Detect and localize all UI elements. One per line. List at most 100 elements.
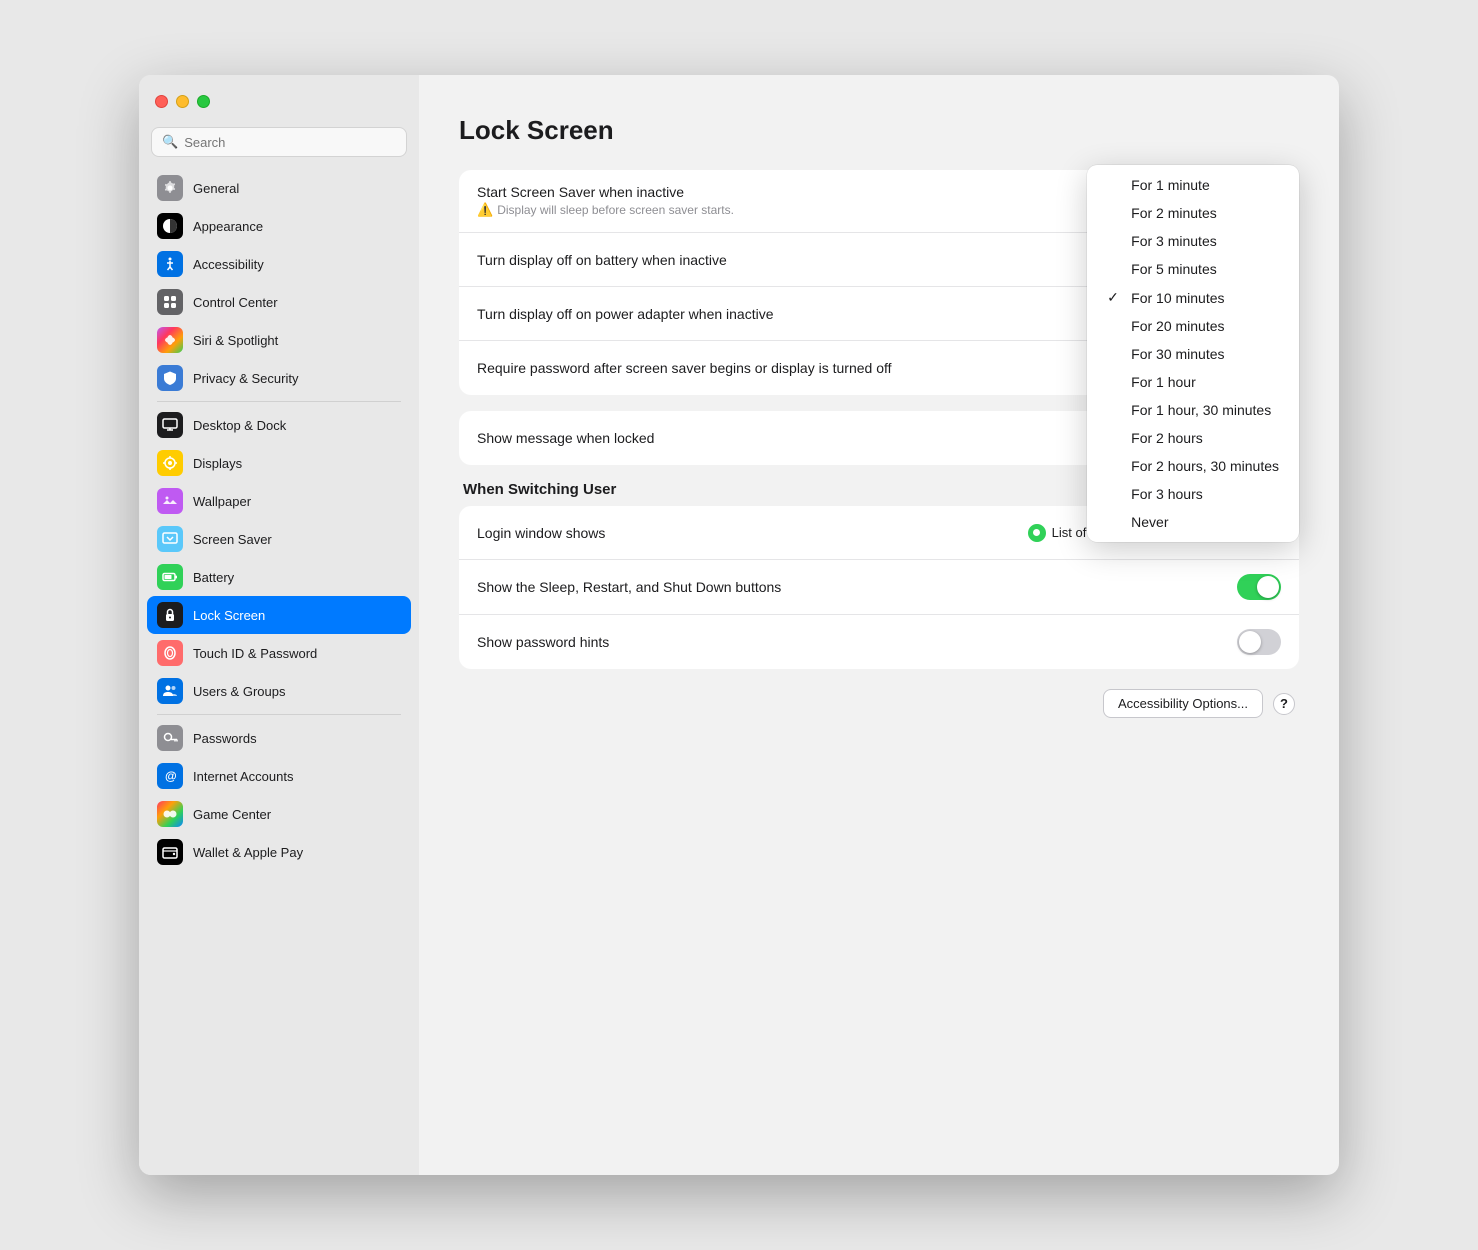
- dropdown-label-30min: For 30 minutes: [1131, 346, 1224, 362]
- lockscreen-icon: [157, 602, 183, 628]
- sleep-restart-toggle[interactable]: [1237, 574, 1281, 600]
- appearance-icon: [157, 213, 183, 239]
- dropdown-item-1min[interactable]: For 1 minute: [1087, 171, 1299, 199]
- dropdown-item-30min[interactable]: For 30 minutes: [1087, 340, 1299, 368]
- sidebar-label-screensaver: Screen Saver: [193, 532, 272, 547]
- wallpaper-icon: [157, 488, 183, 514]
- dropdown-item-2hr30min[interactable]: For 2 hours, 30 minutes: [1087, 452, 1299, 480]
- sidebar-item-gamecenter[interactable]: Game Center: [147, 795, 411, 833]
- sidebar-label-privacy: Privacy & Security: [193, 371, 298, 386]
- sidebar-item-siri[interactable]: Siri & Spotlight: [147, 321, 411, 359]
- dropdown-label-2hr: For 2 hours: [1131, 430, 1203, 446]
- sidebar-item-wallet[interactable]: Wallet & Apple Pay: [147, 833, 411, 871]
- displays-icon: [157, 450, 183, 476]
- maximize-button[interactable]: [197, 95, 210, 108]
- radio-circle-list: [1028, 524, 1046, 542]
- checkmark-1hr30min: [1107, 402, 1123, 418]
- dropdown-item-20min[interactable]: For 20 minutes: [1087, 312, 1299, 340]
- sidebar-item-internet[interactable]: @ Internet Accounts: [147, 757, 411, 795]
- dropdown-label-1min: For 1 minute: [1131, 177, 1210, 193]
- sidebar-item-users[interactable]: Users & Groups: [147, 672, 411, 710]
- checkmark-1hr: [1107, 374, 1123, 390]
- dropdown-label-20min: For 20 minutes: [1131, 318, 1224, 334]
- sidebar-label-accessibility: Accessibility: [193, 257, 264, 272]
- dropdown-label-10min: For 10 minutes: [1131, 290, 1224, 306]
- screensaver-icon: [157, 526, 183, 552]
- dropdown-item-1hr[interactable]: For 1 hour: [1087, 368, 1299, 396]
- checkmark-2hr: [1107, 430, 1123, 446]
- dropdown-item-10min[interactable]: ✓ For 10 minutes: [1087, 283, 1299, 312]
- dropdown-menu: For 1 minute For 2 minutes For 3 minutes…: [1087, 165, 1299, 542]
- help-button[interactable]: ?: [1273, 693, 1295, 715]
- sleep-restart-control: [1237, 574, 1281, 600]
- sidebar-item-appearance[interactable]: Appearance: [147, 207, 411, 245]
- toggle-knob-sleep: [1257, 576, 1279, 598]
- checkmark-never: [1107, 514, 1123, 530]
- dropdown-label-5min: For 5 minutes: [1131, 261, 1217, 277]
- sidebar-item-touchid[interactable]: Touch ID & Password: [147, 634, 411, 672]
- privacy-icon: [157, 365, 183, 391]
- dropdown-item-1hr30min[interactable]: For 1 hour, 30 minutes: [1087, 396, 1299, 424]
- sidebar-item-privacy[interactable]: Privacy & Security: [147, 359, 411, 397]
- sidebar-label-desktop: Desktop & Dock: [193, 418, 286, 433]
- sidebar-item-controlcenter[interactable]: Control Center: [147, 283, 411, 321]
- password-hints-control: [1237, 629, 1281, 655]
- sidebar-label-internet: Internet Accounts: [193, 769, 293, 784]
- sidebar-label-general: General: [193, 181, 239, 196]
- sidebar-divider-2: [157, 714, 401, 715]
- main-content: Lock Screen Start Screen Saver when inac…: [419, 75, 1339, 1175]
- sidebar-label-siri: Siri & Spotlight: [193, 333, 278, 348]
- sidebar-label-lockscreen: Lock Screen: [193, 608, 265, 623]
- dropdown-item-never[interactable]: Never: [1087, 508, 1299, 536]
- dropdown-item-2hr[interactable]: For 2 hours: [1087, 424, 1299, 452]
- sidebar-item-wallpaper[interactable]: Wallpaper: [147, 482, 411, 520]
- sidebar-label-wallet: Wallet & Apple Pay: [193, 845, 303, 860]
- checkmark-30min: [1107, 346, 1123, 362]
- minimize-button[interactable]: [176, 95, 189, 108]
- page-title: Lock Screen: [459, 115, 1299, 146]
- warning-icon: ⚠️: [477, 202, 493, 218]
- login-window-label: Login window shows: [477, 525, 1028, 541]
- password-hints-toggle[interactable]: [1237, 629, 1281, 655]
- dropdown-item-5min[interactable]: For 5 minutes: [1087, 255, 1299, 283]
- dropdown-label-never: Never: [1131, 514, 1168, 530]
- system-settings-window: 🔍 General: [139, 75, 1339, 1175]
- wallet-icon: [157, 839, 183, 865]
- sidebar-item-displays[interactable]: Displays: [147, 444, 411, 482]
- titlebar: [139, 75, 419, 127]
- settings-row-password-hints: Show password hints: [459, 615, 1299, 669]
- close-button[interactable]: [155, 95, 168, 108]
- search-bar[interactable]: 🔍: [151, 127, 407, 157]
- battery-icon: [157, 564, 183, 590]
- sidebar-label-controlcenter: Control Center: [193, 295, 278, 310]
- dropdown-label-1hr30min: For 1 hour, 30 minutes: [1131, 402, 1271, 418]
- sidebar-label-gamecenter: Game Center: [193, 807, 271, 822]
- desktop-icon: [157, 412, 183, 438]
- dropdown-item-3min[interactable]: For 3 minutes: [1087, 227, 1299, 255]
- accessibility-icon: [157, 251, 183, 277]
- password-hints-label: Show password hints: [477, 634, 1237, 650]
- sidebar-item-passwords[interactable]: Passwords: [147, 719, 411, 757]
- users-icon: [157, 678, 183, 704]
- sidebar-item-desktop[interactable]: Desktop & Dock: [147, 406, 411, 444]
- sidebar-item-screensaver[interactable]: Screen Saver: [147, 520, 411, 558]
- dropdown-item-3hr[interactable]: For 3 hours: [1087, 480, 1299, 508]
- sidebar-item-accessibility[interactable]: Accessibility: [147, 245, 411, 283]
- dropdown-label-2min: For 2 minutes: [1131, 205, 1217, 221]
- sidebar-item-lockscreen[interactable]: Lock Screen: [147, 596, 411, 634]
- settings-row-sleep-restart: Show the Sleep, Restart, and Shut Down b…: [459, 560, 1299, 615]
- dropdown-label-1hr: For 1 hour: [1131, 374, 1196, 390]
- accessibility-options-button[interactable]: Accessibility Options...: [1103, 689, 1263, 718]
- sidebar-divider-1: [157, 401, 401, 402]
- dropdown-item-2min[interactable]: For 2 minutes: [1087, 199, 1299, 227]
- checkmark-20min: [1107, 318, 1123, 334]
- internet-icon: @: [157, 763, 183, 789]
- sidebar-label-passwords: Passwords: [193, 731, 257, 746]
- sidebar-item-battery[interactable]: Battery: [147, 558, 411, 596]
- sidebar-label-wallpaper: Wallpaper: [193, 494, 251, 509]
- checkmark-2min: [1107, 205, 1123, 221]
- search-input[interactable]: [184, 135, 396, 150]
- checkmark-10min: ✓: [1107, 289, 1123, 306]
- sleep-restart-label: Show the Sleep, Restart, and Shut Down b…: [477, 579, 1237, 595]
- sidebar-item-general[interactable]: General: [147, 169, 411, 207]
